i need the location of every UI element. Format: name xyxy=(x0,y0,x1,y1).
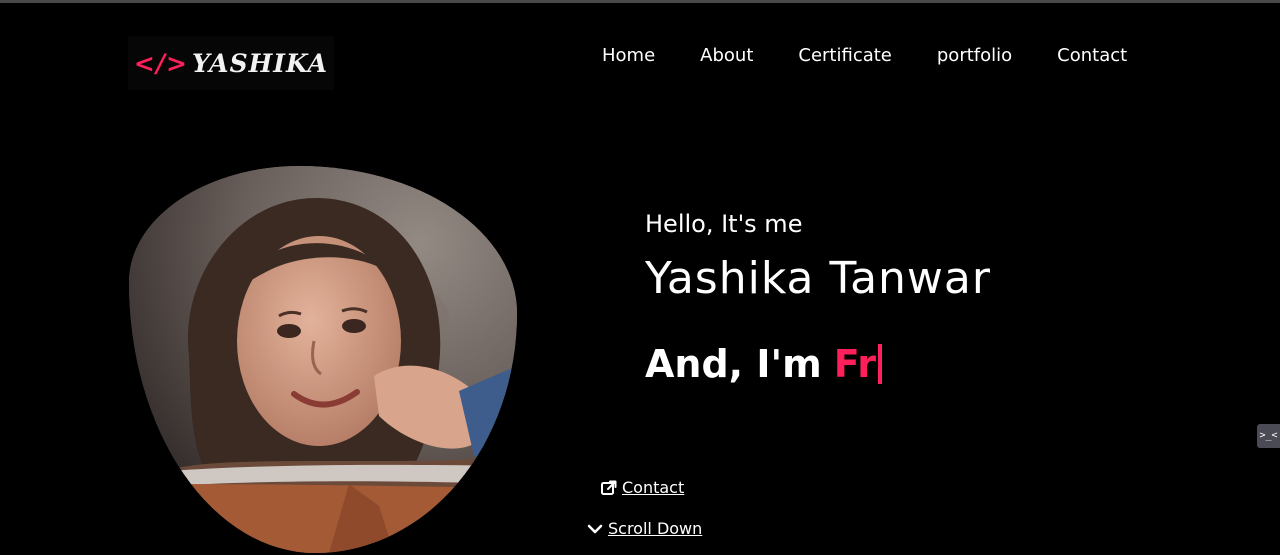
nav-item-certificate[interactable]: Certificate xyxy=(798,44,892,68)
nav-item-portfolio[interactable]: portfolio xyxy=(937,44,1012,68)
main-nav: Home About Certificate portfolio Contact xyxy=(602,44,1127,68)
logo-code-symbol: </> xyxy=(133,48,188,78)
scroll-down-label: Scroll Down xyxy=(608,519,703,538)
hero-greeting: Hello, It's me xyxy=(645,210,803,238)
external-link-icon xyxy=(601,480,617,495)
hero-name: Yashika Tanwar xyxy=(645,253,991,304)
contact-link-label: Contact xyxy=(622,478,685,497)
window-top-border xyxy=(0,0,1280,3)
nav-item-home[interactable]: Home xyxy=(602,44,655,68)
nav-item-about[interactable]: About xyxy=(700,44,753,68)
role-prefix: And, I'm xyxy=(645,342,822,386)
contact-link[interactable]: Contact xyxy=(600,478,684,498)
site-logo[interactable]: </> YASHIKA xyxy=(128,36,334,90)
scroll-down-link[interactable]: Scroll Down xyxy=(586,519,702,539)
chevron-down-icon xyxy=(587,524,603,534)
logo-name: YASHIKA xyxy=(191,48,329,78)
hero-role: And, I'm Fr xyxy=(645,340,882,388)
side-widget-button[interactable]: >_< xyxy=(1257,424,1280,448)
nav-item-contact[interactable]: Contact xyxy=(1057,44,1127,68)
profile-photo xyxy=(129,166,517,553)
role-typed-text: Fr xyxy=(833,342,876,386)
typing-cursor xyxy=(877,344,882,384)
